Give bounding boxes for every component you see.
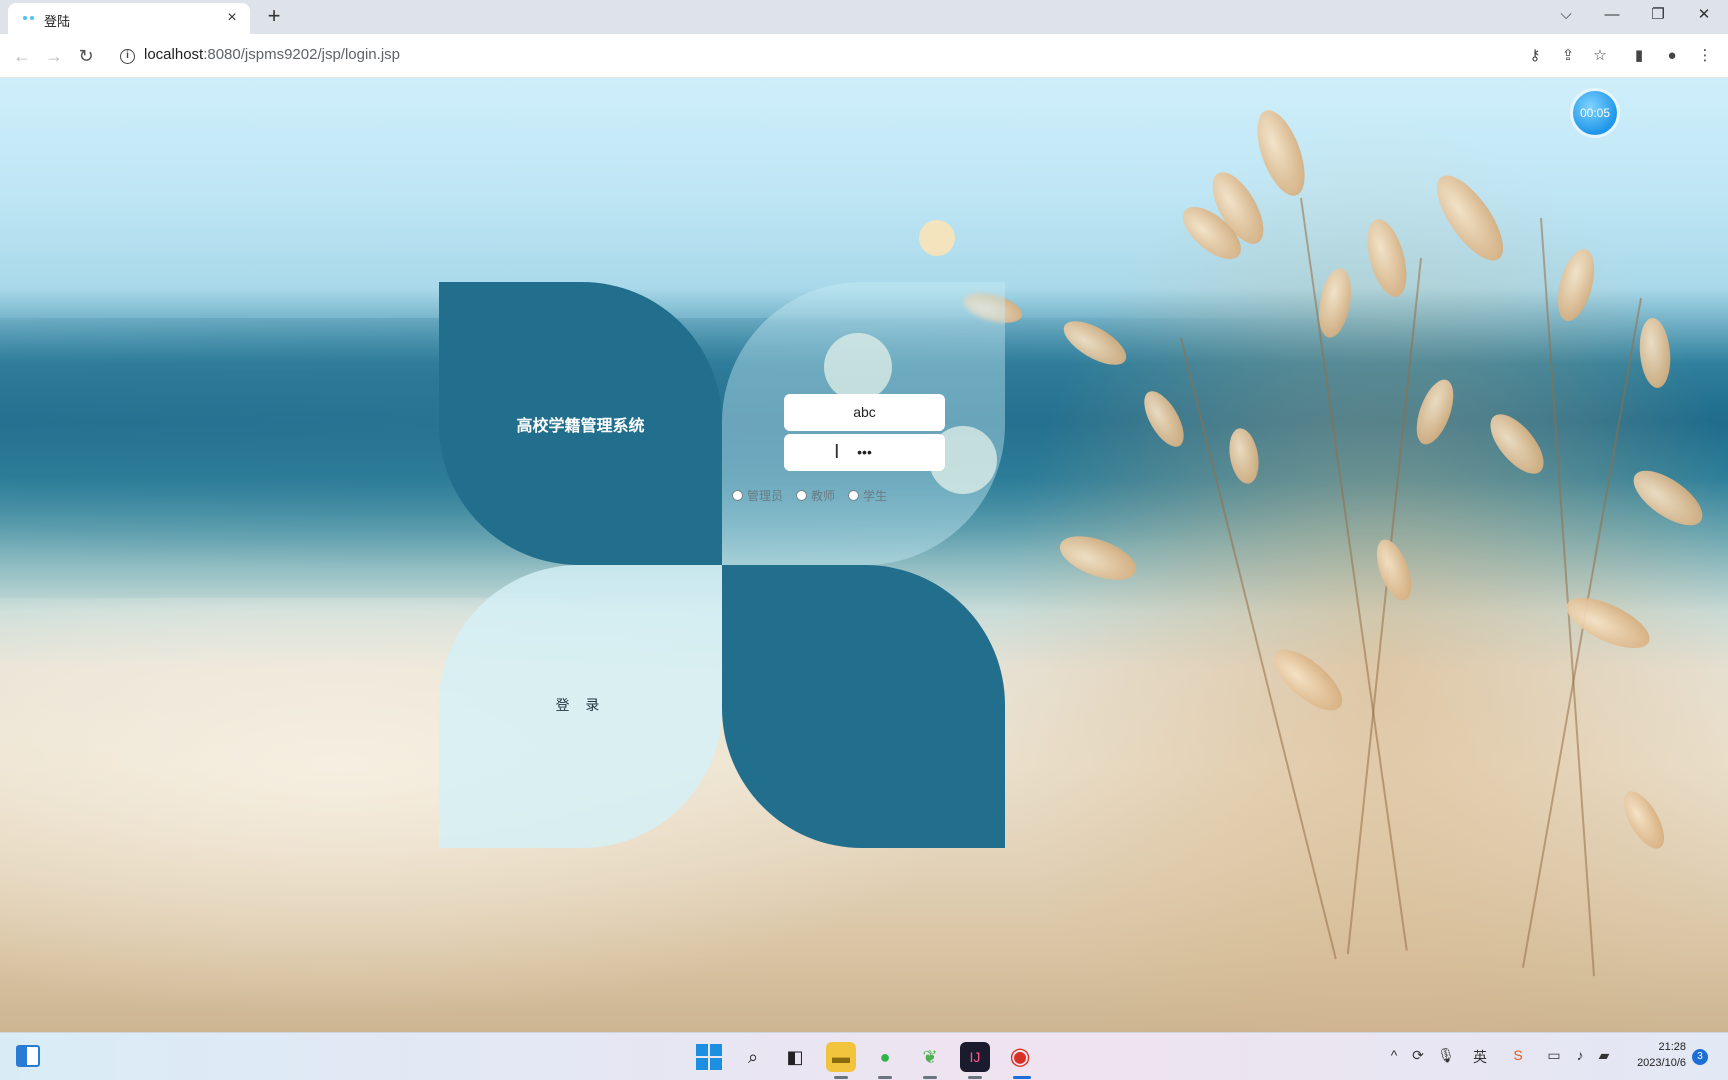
bookmark-star-icon[interactable]: ☆: [1589, 45, 1611, 67]
chrome-icon[interactable]: ◉: [1005, 1042, 1035, 1072]
tab-favicon-icon: [22, 13, 36, 23]
start-windows-icon[interactable]: [694, 1042, 724, 1072]
role-label: 学生: [863, 489, 888, 503]
recording-timer-badge[interactable]: 00:05: [1570, 88, 1620, 138]
forward-arrow-icon[interactable]: →: [42, 44, 66, 68]
role-radio-teacher[interactable]: 教师: [796, 487, 835, 504]
role-label: 管理员: [747, 489, 784, 503]
share-icon[interactable]: ⇪: [1557, 45, 1579, 67]
os-taskbar: ⌕ ◧ ▬ ● ❦ IJ ◉ ^ ⟳ 🎙 英 S ▭ ♪ ▰ 21:28 202…: [0, 1032, 1728, 1080]
running-indicator: [968, 1076, 982, 1079]
role-radio-student[interactable]: 学生: [848, 487, 887, 504]
microphone-icon[interactable]: 🎙: [1436, 1047, 1456, 1064]
clock-time: 21:28: [1658, 1041, 1686, 1053]
tab-close-icon[interactable]: ×: [222, 8, 242, 28]
text-cursor-icon: I: [834, 441, 840, 463]
search-icon[interactable]: ⌕: [738, 1042, 768, 1072]
task-view-icon[interactable]: ◧: [780, 1042, 810, 1072]
battery-icon[interactable]: ▰: [1594, 1047, 1614, 1064]
tray-chevron-icon[interactable]: ^: [1384, 1047, 1404, 1063]
decorative-bubble: [919, 220, 955, 256]
network-icon[interactable]: ▭: [1544, 1047, 1564, 1064]
widgets-icon[interactable]: [16, 1045, 40, 1067]
tab-title: 登陆: [44, 14, 71, 29]
new-tab-button[interactable]: +: [262, 4, 286, 28]
password-input[interactable]: •••: [784, 434, 945, 471]
running-indicator: [834, 1076, 848, 1079]
tray-app-icon[interactable]: S: [1508, 1047, 1528, 1063]
url-host: localhost: [144, 46, 204, 63]
address-bar[interactable]: localhost:8080/jspms9202/jsp/login.jsp: [144, 46, 400, 63]
running-indicator: [923, 1076, 937, 1079]
tray-sync-icon[interactable]: ⟳: [1408, 1047, 1428, 1064]
profile-icon[interactable]: ●: [1661, 45, 1683, 67]
reload-icon[interactable]: ↻: [74, 44, 98, 68]
minimize-button[interactable]: —: [1590, 0, 1634, 30]
key-icon[interactable]: ⚷: [1524, 45, 1546, 67]
restore-button[interactable]: ❐: [1636, 0, 1680, 30]
radio-circle-icon: [796, 490, 807, 501]
system-title: 高校学籍管理系统: [516, 418, 645, 435]
menu-kebab-icon[interactable]: ⋮: [1694, 45, 1716, 67]
file-explorer-icon[interactable]: ▬: [826, 1042, 856, 1072]
tab-search-icon[interactable]: ⌵: [1544, 0, 1588, 30]
decorative-bubble: [824, 333, 892, 401]
radio-circle-icon: [848, 490, 859, 501]
role-label: 教师: [811, 489, 836, 503]
browser-tab[interactable]: 登陆 ×: [8, 3, 250, 34]
clock-date: 2023/10/6: [1637, 1057, 1686, 1069]
site-info-icon[interactable]: i: [120, 49, 135, 64]
tab-strip: 登陆 × + ⌵ — ❐ ✕: [0, 0, 1728, 34]
running-indicator: [878, 1076, 892, 1079]
login-page: 00:05 高校学籍管理系统 abc ••• I 管理员 教师 学生 登 录: [0, 78, 1728, 1032]
username-input[interactable]: abc: [784, 394, 945, 431]
wechat-icon[interactable]: ●: [870, 1042, 900, 1072]
close-window-button[interactable]: ✕: [1682, 0, 1726, 30]
back-arrow-icon[interactable]: ←: [10, 44, 34, 68]
login-button[interactable]: 登 录: [439, 695, 722, 715]
input-method-icon[interactable]: 英: [1470, 1047, 1490, 1067]
system-clock[interactable]: 21:28 2023/10/6: [1622, 1039, 1686, 1071]
volume-icon[interactable]: ♪: [1570, 1047, 1590, 1063]
running-indicator: [1013, 1076, 1031, 1079]
url-path: :8080/jspms9202/jsp/login.jsp: [203, 46, 400, 63]
side-panel-icon[interactable]: ▮: [1628, 45, 1650, 67]
radio-circle-icon: [732, 490, 743, 501]
green-app-icon[interactable]: ❦: [915, 1042, 945, 1072]
notification-badge[interactable]: 3: [1692, 1049, 1708, 1065]
intellij-icon[interactable]: IJ: [960, 1042, 990, 1072]
petal-decor: [722, 565, 1005, 848]
browser-toolbar: ← → ↻ i localhost:8080/jspms9202/jsp/log…: [0, 34, 1728, 78]
role-radio-admin[interactable]: 管理员: [732, 487, 783, 504]
